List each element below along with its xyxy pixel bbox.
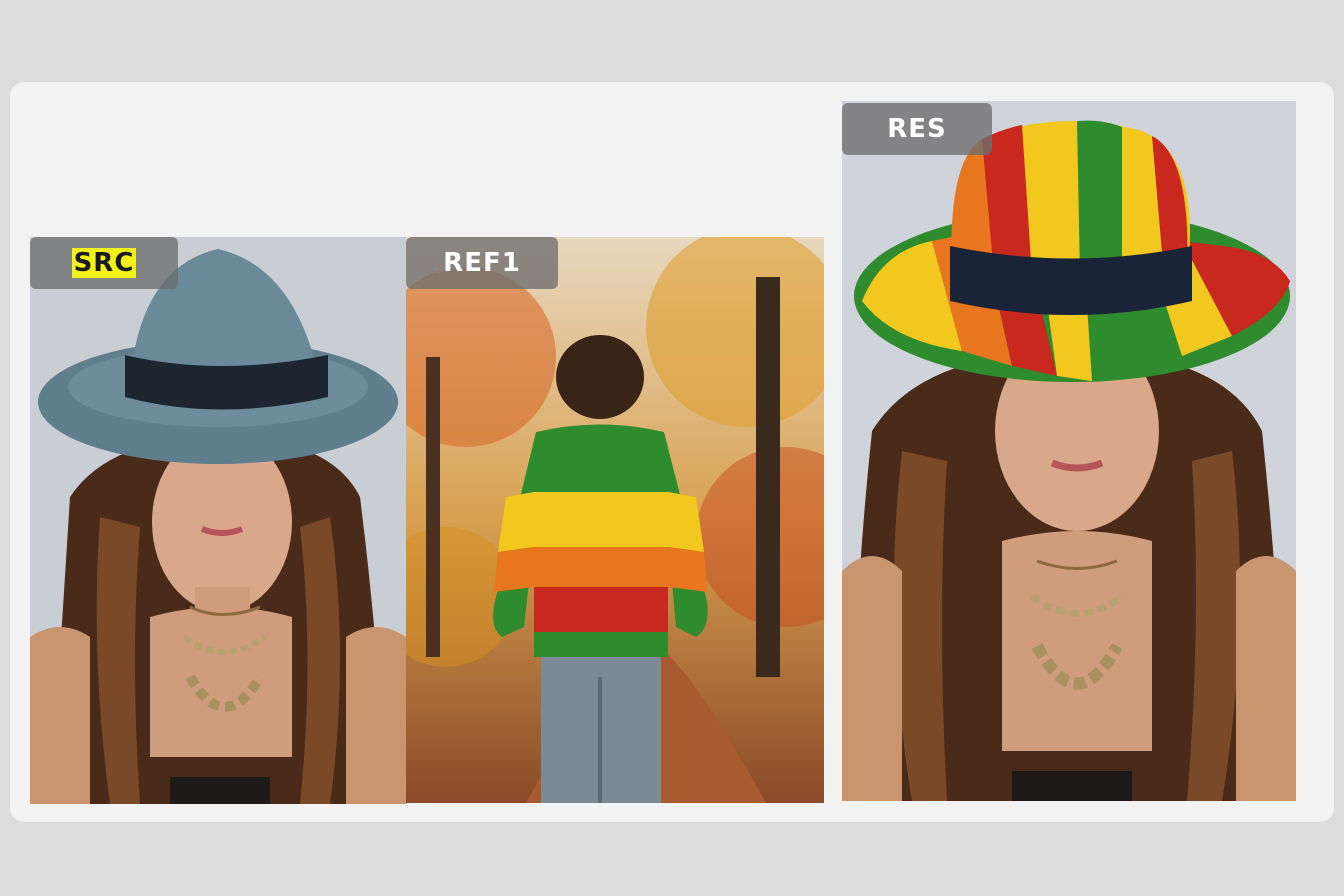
src-label: SRC [30,237,178,289]
source-image-panel: SRC [30,237,406,804]
source-image [30,237,406,804]
ref1-label-text: REF1 [443,248,521,278]
res-label-text: RES [887,114,947,144]
res-label: RES [842,103,992,155]
result-image-panel: RES [842,101,1296,801]
reference-image [406,237,824,803]
src-label-text: SRC [71,248,137,278]
result-image [842,101,1296,801]
reference-image-panel: REF1 [406,237,824,803]
ref1-label: REF1 [406,237,558,289]
